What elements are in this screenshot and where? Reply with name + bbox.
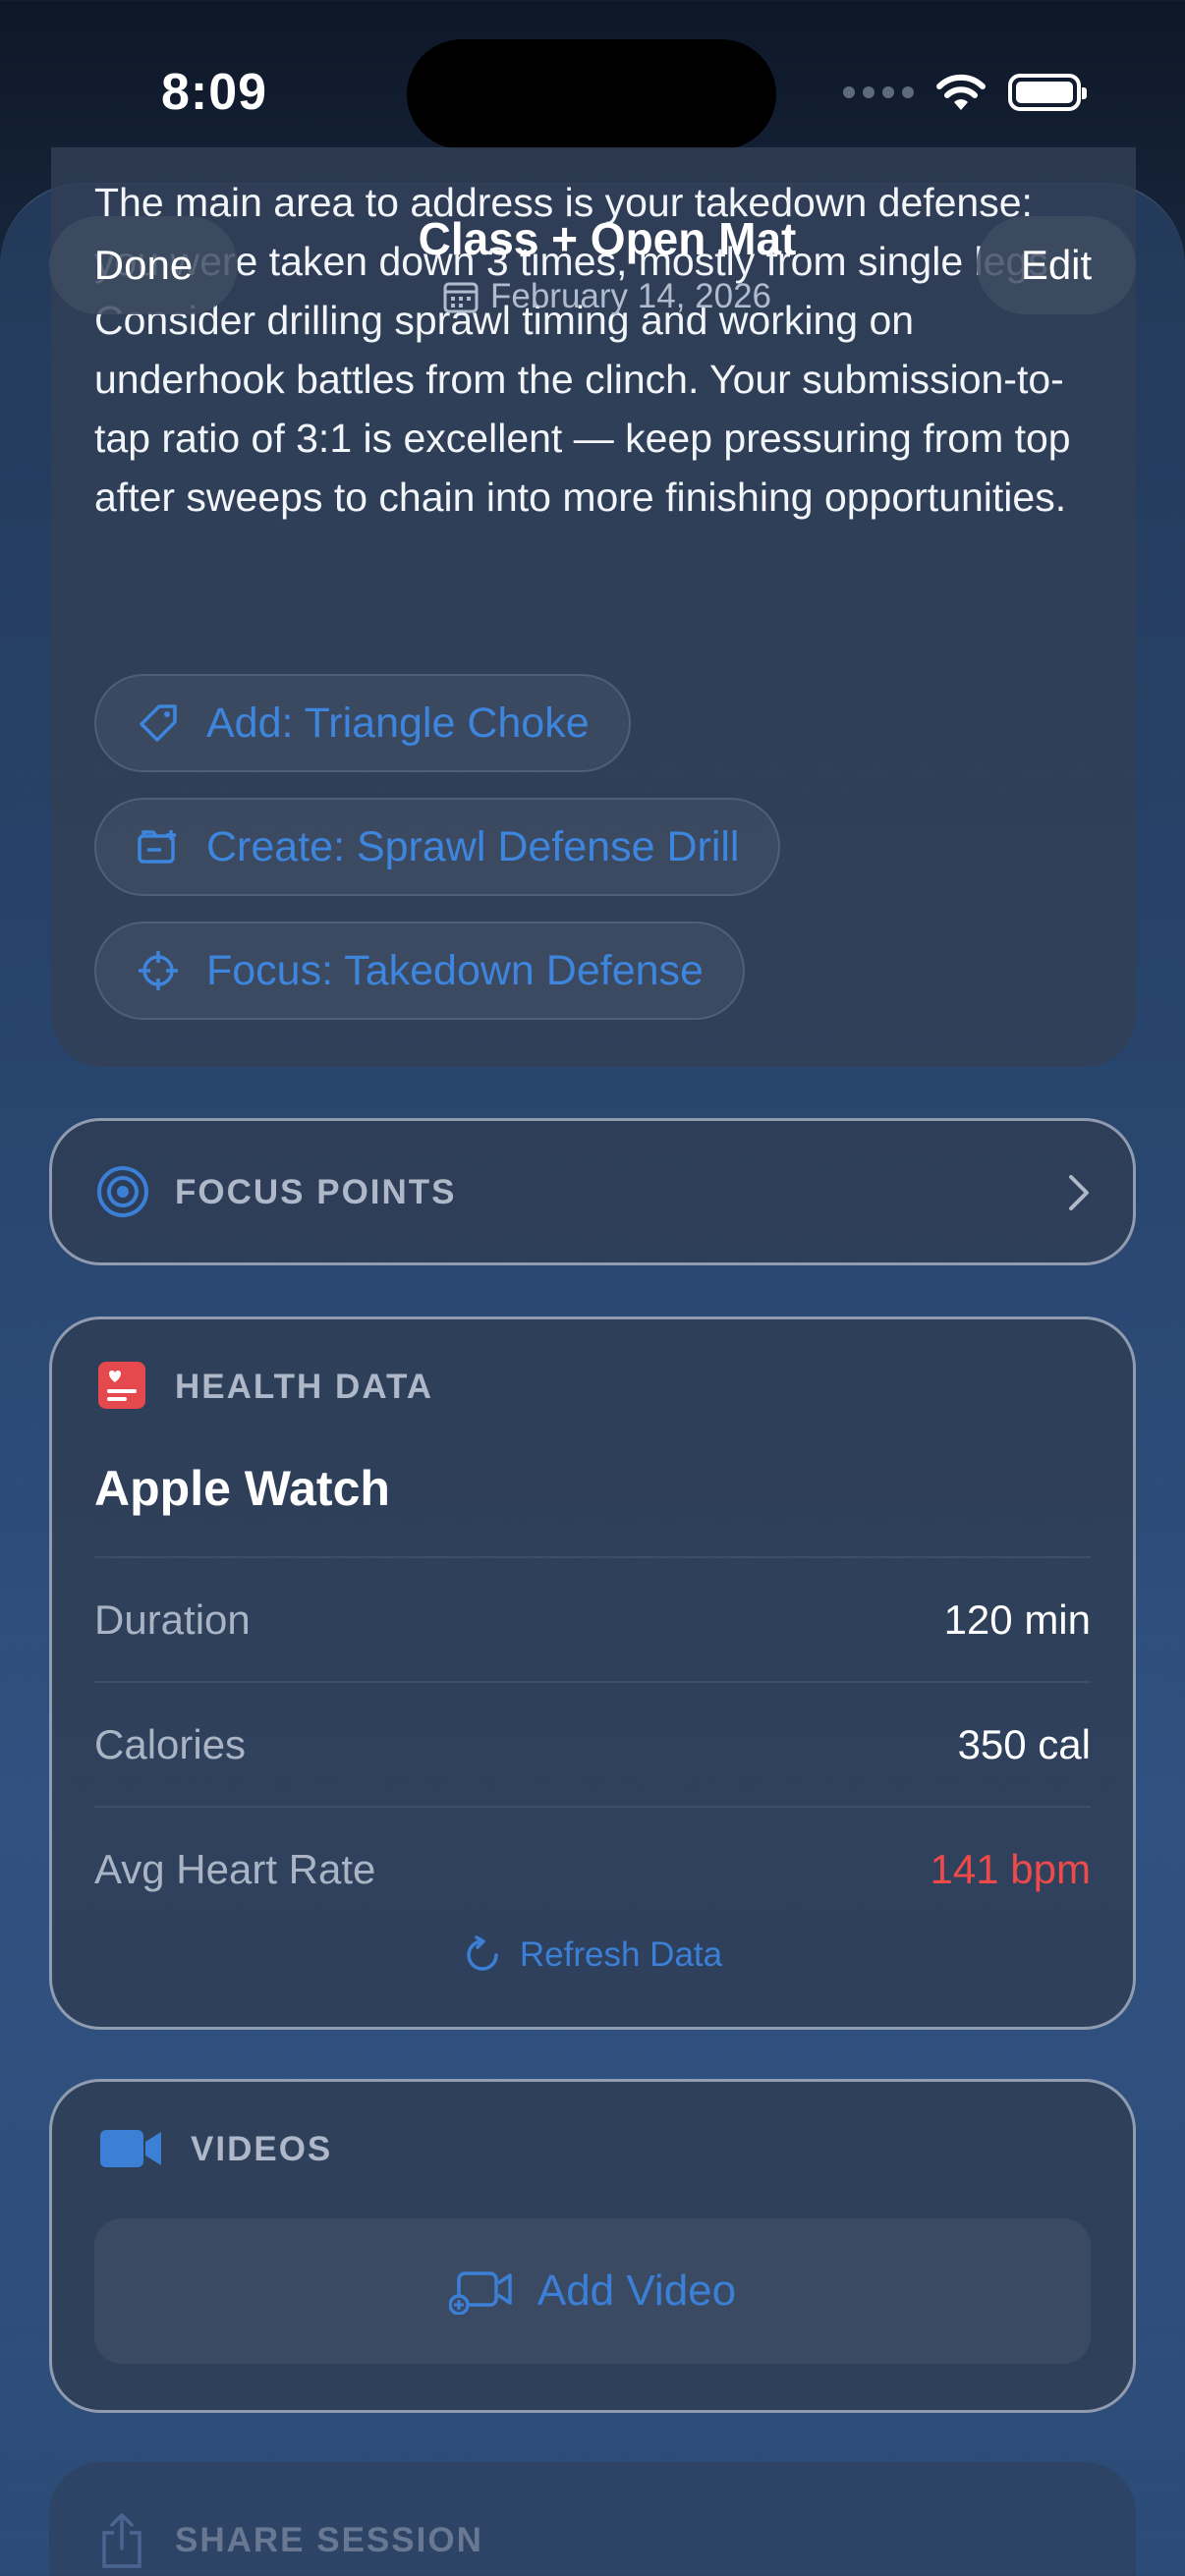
dynamic-island [407, 39, 776, 149]
health-record-icon [98, 1362, 145, 1409]
cellular-signal-icon [843, 86, 914, 98]
crosshair-icon [139, 951, 178, 990]
heart-rate-value: 141 bpm [930, 1845, 1091, 1892]
share-icon [102, 2513, 141, 2568]
chevron-right-icon [1069, 1175, 1089, 1210]
refresh-data-label: Refresh Data [519, 1935, 723, 1974]
refresh-icon [467, 1935, 498, 1971]
health-row-heart-rate: Avg Heart Rate 141 bpm [94, 1806, 1091, 1931]
session-date: February 14, 2026 [295, 277, 920, 316]
refresh-data-button[interactable]: Refresh Data [94, 1935, 1091, 1975]
tag-icon [140, 704, 177, 742]
target-icon [97, 1166, 148, 1217]
health-data-label: HEALTH DATA [175, 1368, 434, 1406]
calories-value: 350 cal [957, 1720, 1091, 1767]
add-technique-label: Add: Triangle Choke [206, 699, 590, 747]
status-time: 8:09 [161, 64, 268, 121]
calories-label: Calories [94, 1720, 247, 1767]
heart-rate-label: Avg Heart Rate [94, 1845, 376, 1892]
wifi-icon [936, 74, 986, 110]
health-row-duration: Duration 120 min [94, 1556, 1091, 1681]
health-row-calories: Calories 350 cal [94, 1681, 1091, 1806]
focus-points-label: FOCUS POINTS [175, 1173, 457, 1211]
done-button[interactable]: Done [49, 216, 238, 314]
create-drill-button[interactable]: Create: Sprawl Defense Drill [94, 798, 781, 896]
status-icons [843, 73, 1087, 112]
videos-label: VIDEOS [191, 2130, 333, 2168]
session-date-text: February 14, 2026 [489, 277, 771, 315]
create-drill-label: Create: Sprawl Defense Drill [206, 822, 740, 870]
add-video-button[interactable]: Add Video [94, 2218, 1091, 2364]
duration-label: Duration [94, 1596, 251, 1643]
duration-value: 120 min [943, 1596, 1091, 1643]
health-source: Apple Watch [94, 1461, 390, 1516]
session-title: Class + Open Mat [418, 213, 797, 264]
share-session-label: SHARE SESSION [175, 2521, 483, 2559]
battery-icon [1008, 74, 1087, 111]
focus-area-button[interactable]: Focus: Takedown Defense [94, 922, 745, 1020]
video-camera-icon [100, 2130, 161, 2167]
edit-button[interactable]: Edit [977, 216, 1136, 314]
add-technique-button[interactable]: Add: Triangle Choke [94, 674, 631, 772]
focus-area-label: Focus: Takedown Defense [206, 946, 704, 994]
calendar-icon [443, 282, 479, 313]
add-video-icon [448, 2271, 512, 2315]
add-video-label: Add Video [536, 2267, 737, 2315]
drill-folder-icon [138, 830, 176, 864]
